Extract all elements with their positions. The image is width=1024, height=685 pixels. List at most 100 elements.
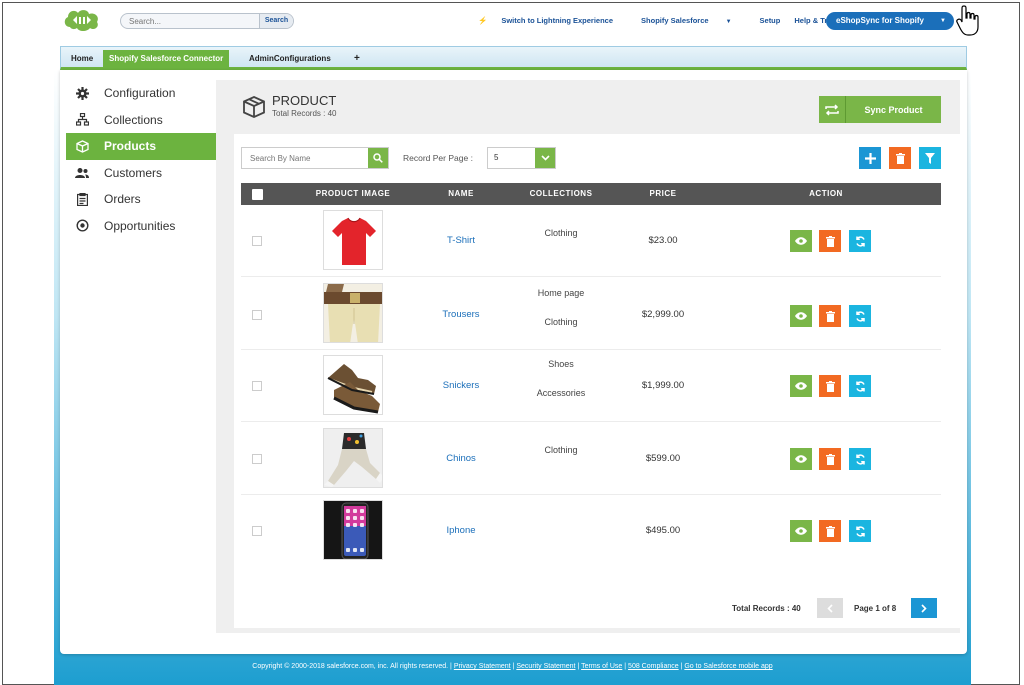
product-name-link[interactable]: Trousers [431, 309, 491, 320]
table-row: Iphone $495.00 [241, 496, 941, 568]
clipboard-icon [74, 192, 90, 206]
product-thumbnail-red-tshirt [323, 210, 383, 270]
delete-button[interactable] [819, 448, 841, 470]
security-statement-link[interactable]: Security Statement [516, 663, 575, 670]
product-thumbnail-trousers [323, 283, 383, 343]
eye-icon [795, 382, 807, 390]
product-price: $495.00 [645, 525, 681, 536]
user-menu[interactable]: Shopify Salesforce ▼ [641, 16, 745, 25]
sync-product-label: Sync Product [864, 104, 923, 115]
collection-label: Clothing [544, 445, 578, 455]
view-button[interactable] [790, 375, 812, 397]
product-name-link[interactable]: Snickers [431, 380, 491, 391]
sidebar-item-label: Orders [104, 192, 141, 207]
table-row: Trousers Home page Clothing $2,999.00 [241, 278, 941, 350]
view-button[interactable] [790, 230, 812, 252]
row-checkbox[interactable] [252, 381, 262, 391]
row-checkbox[interactable] [252, 454, 262, 464]
page-footer: Copyright © 2000-2018 salesforce.com, in… [252, 663, 773, 670]
table-row: Snickers Shoes Accessories $1,999.00 [241, 351, 941, 422]
sync-button[interactable] [849, 375, 871, 397]
product-name-link[interactable]: Chinos [431, 453, 491, 464]
product-name-link[interactable]: Iphone [431, 525, 491, 536]
setup-link[interactable]: Setup [760, 16, 781, 25]
record-per-page-select[interactable]: 5 [487, 147, 556, 169]
column-header-name: NAME [448, 189, 474, 198]
terms-of-use-link[interactable]: Terms of Use [581, 663, 622, 670]
search-icon[interactable] [368, 148, 388, 168]
delete-button[interactable] [819, 520, 841, 542]
sidebar-item-opportunities[interactable]: Opportunities [66, 213, 216, 240]
row-checkbox[interactable] [252, 310, 262, 320]
privacy-statement-link[interactable]: Privacy Statement [454, 663, 511, 670]
sync-arrows-icon [819, 96, 846, 123]
select-all-checkbox[interactable] [252, 189, 263, 200]
tab-admin-configurations[interactable]: AdminConfigurations [243, 50, 337, 68]
sidebar-item-configuration[interactable]: Configuration [66, 80, 216, 107]
row-checkbox[interactable] [252, 236, 262, 246]
trash-icon [895, 152, 905, 164]
delete-button[interactable] [819, 230, 841, 252]
record-per-page-label: Record Per Page : [403, 153, 473, 163]
sidebar-item-customers[interactable]: Customers [66, 160, 216, 187]
app-menu-button[interactable]: eShopSync for Shopify ▼ [826, 12, 954, 30]
collection-label: Home page [537, 288, 585, 298]
salesforce-logo[interactable] [62, 7, 102, 33]
sync-product-button[interactable]: Sync Product [819, 96, 941, 123]
view-button[interactable] [790, 520, 812, 542]
sync-button[interactable] [849, 230, 871, 252]
lightning-link[interactable]: ⚡ Switch to Lightning Experience [478, 16, 627, 25]
caret-down-icon: ▼ [940, 18, 946, 24]
product-price: $2,999.00 [641, 309, 685, 320]
search-by-name-input[interactable] [242, 148, 368, 168]
tab-home[interactable]: Home [65, 50, 99, 68]
eye-icon [795, 527, 807, 535]
sidebar-item-label: Customers [104, 165, 163, 180]
previous-page-button[interactable] [817, 598, 843, 618]
cube-icon [74, 139, 90, 153]
refresh-icon [855, 235, 865, 247]
sidebar-item-label: Configuration [104, 86, 176, 101]
product-price: $1,999.00 [641, 380, 685, 391]
collection-label: Clothing [544, 228, 578, 238]
product-name-link[interactable]: T-Shirt [431, 235, 491, 246]
sidebar-item-label: Products [104, 139, 157, 154]
global-search-input[interactable] [121, 14, 259, 28]
product-box-icon [243, 96, 265, 118]
collection-label: Clothing [544, 317, 578, 327]
filter-button[interactable] [919, 147, 941, 169]
sidebar-item-orders[interactable]: Orders [66, 186, 216, 213]
add-tab-button[interactable]: + [348, 50, 366, 68]
global-search: Search [120, 13, 294, 29]
eye-icon [795, 237, 807, 245]
compliance-508-link[interactable]: 508 Compliance [628, 663, 679, 670]
delete-button[interactable] [819, 375, 841, 397]
delete-button[interactable] [819, 305, 841, 327]
add-product-button[interactable] [859, 147, 881, 169]
collection-label: Shoes [548, 359, 574, 369]
page-indicator: Page 1 of 8 [854, 604, 897, 613]
sidebar-item-collections[interactable]: Collections [66, 107, 216, 134]
sync-button[interactable] [849, 520, 871, 542]
row-checkbox[interactable] [252, 526, 262, 536]
sync-button[interactable] [849, 448, 871, 470]
sync-button[interactable] [849, 305, 871, 327]
global-search-button[interactable]: Search [259, 14, 293, 28]
sidebar-item-products[interactable]: Products [66, 133, 224, 160]
refresh-icon [855, 525, 865, 537]
header-links: ⚡ Switch to Lightning Experience Shopify … [478, 16, 863, 25]
target-icon [74, 219, 90, 233]
view-button[interactable] [790, 305, 812, 327]
tab-shopify-salesforce-connector[interactable]: Shopify Salesforce Connector [103, 50, 230, 68]
delete-selected-button[interactable] [889, 147, 911, 169]
mobile-app-link[interactable]: Go to Salesforce mobile app [684, 663, 772, 670]
next-page-button[interactable] [911, 598, 937, 618]
sidebar: Configuration Collections Products Custo… [66, 80, 224, 240]
trash-icon [825, 235, 835, 247]
view-button[interactable] [790, 448, 812, 470]
bolt-icon: ⚡ [478, 16, 488, 25]
chevron-right-icon [921, 603, 927, 613]
trash-icon [825, 310, 835, 322]
caret-down-icon: ▼ [725, 19, 732, 25]
refresh-icon [855, 380, 865, 392]
